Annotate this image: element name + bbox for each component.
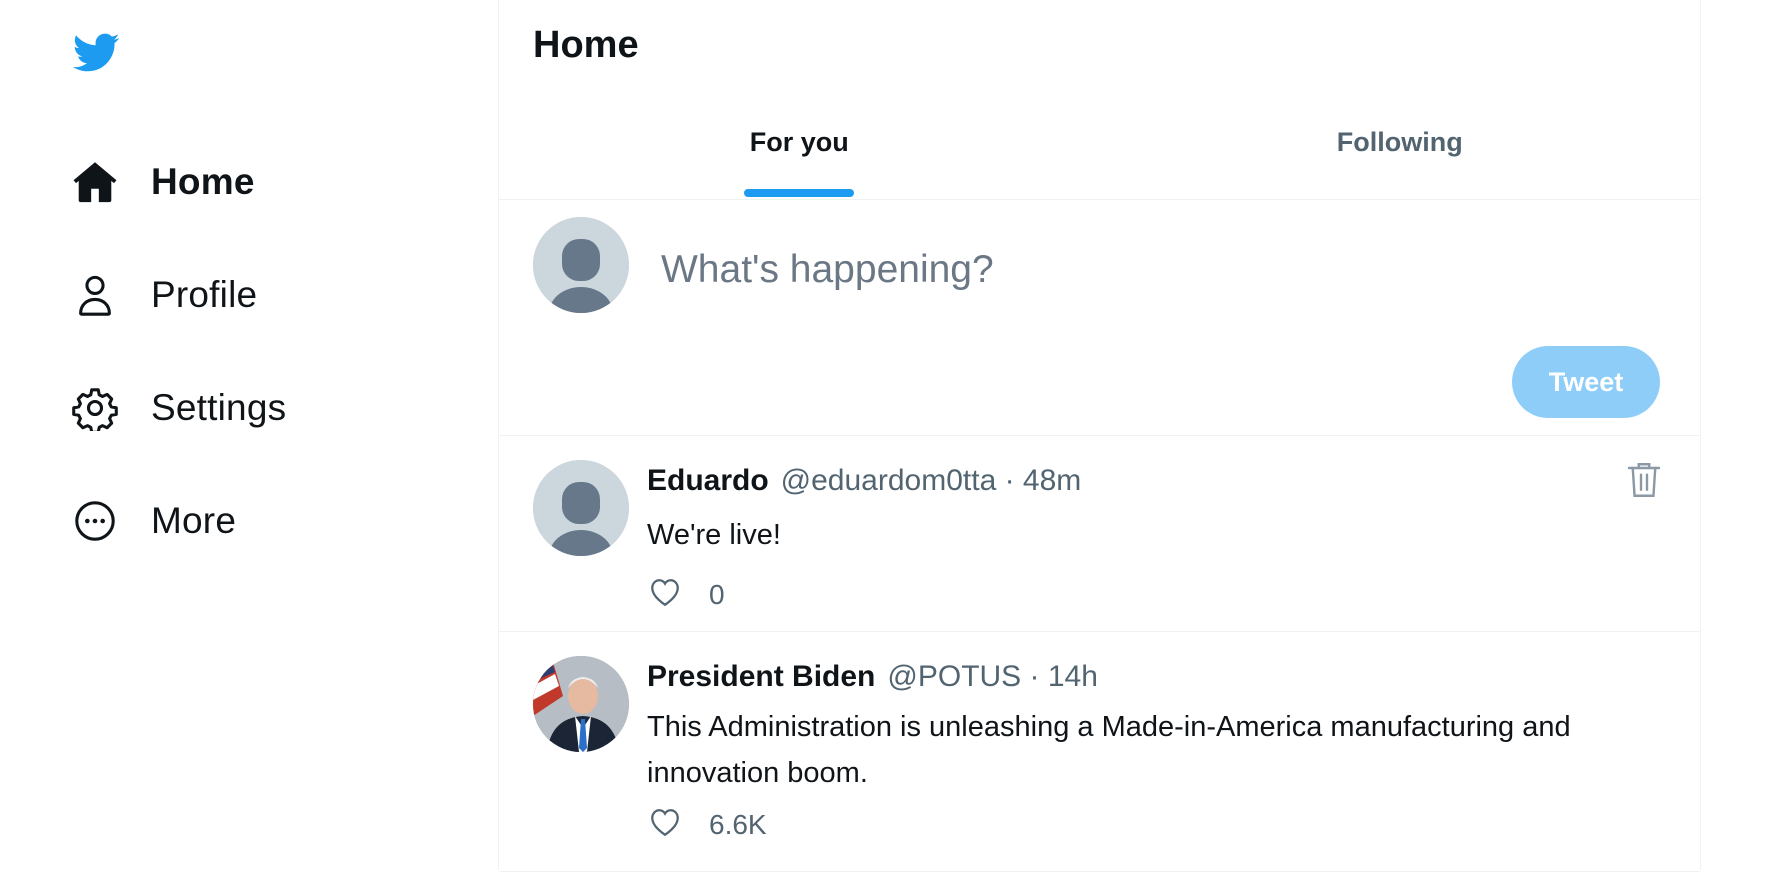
profile-icon (72, 272, 118, 318)
home-icon (72, 159, 118, 205)
like-count: 6.6K (709, 808, 767, 840)
like-button[interactable]: 6.6K (647, 804, 767, 845)
like-button[interactable]: 0 (647, 574, 725, 615)
sidebar-item-label: Home (151, 161, 255, 202)
author-handle-time: @eduardom0tta · 48m (780, 464, 1082, 497)
tweet-card[interactable]: President Biden @POTUS · 14h This Adminis… (499, 632, 1700, 872)
trash-icon (1626, 463, 1662, 504)
heart-icon (647, 804, 683, 845)
sidebar-item-settings[interactable]: Settings (72, 376, 432, 440)
avatar[interactable] (533, 460, 629, 556)
tab-following[interactable]: Following (1100, 100, 1701, 199)
heart-icon (647, 574, 683, 615)
tweet-text: This Administration is unleashing a Made… (647, 711, 1571, 789)
sidebar: Home Profile Settings More (0, 0, 498, 870)
main-timeline: Home For you Following Tweet (498, 0, 1701, 872)
delete-tweet-button[interactable] (1626, 460, 1666, 502)
avatar[interactable] (533, 656, 629, 752)
author-handle-time: @POTUS · 14h (887, 660, 1098, 693)
page-title: Home (533, 24, 639, 66)
tab-label: Following (1336, 127, 1463, 157)
author-name[interactable]: Eduardo (647, 464, 769, 497)
gear-icon (72, 385, 118, 431)
tab-for-you[interactable]: For you (499, 100, 1100, 199)
tweet-composer: Tweet (499, 200, 1700, 436)
sidebar-item-more[interactable]: More (72, 489, 432, 553)
tweet-header: Eduardo @eduardom0tta · 48m (647, 464, 1081, 498)
compose-tweet-input[interactable] (659, 240, 1619, 300)
sidebar-item-label: More (151, 500, 237, 541)
sidebar-item-label: Settings (151, 387, 287, 428)
twitter-logo-icon[interactable] (71, 28, 120, 77)
tweet-text: We're live! (647, 519, 781, 551)
sidebar-item-home[interactable]: Home (72, 150, 432, 214)
active-tab-indicator (744, 189, 855, 197)
tweet-button[interactable]: Tweet (1512, 346, 1660, 418)
tab-label: For you (749, 127, 849, 157)
like-count: 0 (709, 578, 725, 610)
author-name[interactable]: President Biden (647, 660, 875, 693)
tweet-card[interactable]: Eduardo @eduardom0tta · 48m We're live! 0 (499, 436, 1700, 632)
sidebar-item-label: Profile (151, 274, 258, 315)
sidebar-item-profile[interactable]: Profile (72, 263, 432, 327)
tweet-header: President Biden @POTUS · 14h (647, 660, 1098, 694)
more-circle-icon (72, 498, 118, 544)
timeline-tabs: For you Following (499, 100, 1700, 200)
avatar[interactable] (533, 217, 629, 313)
